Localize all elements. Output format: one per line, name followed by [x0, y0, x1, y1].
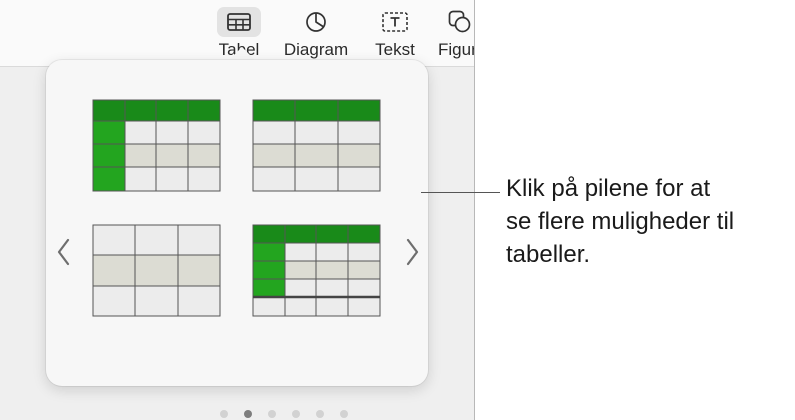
callout-line-1: Klik på pilene for at — [506, 175, 711, 202]
page-dot[interactable] — [316, 410, 324, 418]
chart-icon — [305, 7, 327, 37]
toolbar-shape-button[interactable]: Figur — [438, 0, 475, 66]
text-box-icon — [382, 7, 408, 37]
table-styles-popover — [46, 60, 428, 418]
callout-text: Klik på pilene for at se flere mulighede… — [506, 172, 791, 271]
page-dot[interactable] — [340, 410, 348, 418]
page-dot[interactable] — [244, 410, 252, 418]
chevron-right-icon — [406, 238, 419, 266]
page-dot[interactable] — [268, 410, 276, 418]
table-style-green-header-footer[interactable] — [252, 224, 382, 322]
chevron-left-icon — [57, 238, 70, 266]
callout-line-2: se flere muligheder til — [506, 208, 735, 235]
toolbar-chart-button[interactable]: Diagram — [280, 0, 352, 66]
table-style-green-header-column[interactable] — [92, 99, 222, 197]
toolbar-text-label: Tekst — [375, 40, 415, 59]
toolbar-text-button[interactable]: Tekst — [370, 0, 420, 66]
table-style-green-header[interactable] — [252, 99, 382, 197]
shapes-icon — [448, 7, 472, 37]
table-style-plain-gray[interactable] — [92, 224, 222, 322]
toolbar-shape-label: Figur — [438, 40, 475, 59]
callout-line — [421, 192, 500, 193]
page-dot[interactable] — [220, 410, 228, 418]
next-page-button[interactable] — [402, 237, 422, 267]
page-indicator — [220, 410, 348, 418]
callout-line-3: tabeller. — [506, 241, 591, 268]
page-dot[interactable] — [292, 410, 300, 418]
popover-pointer — [228, 47, 256, 61]
toolbar-chart-label: Diagram — [283, 40, 349, 59]
table-icon — [217, 7, 261, 37]
previous-page-button[interactable] — [54, 237, 74, 267]
app-window: Tabel Diagram Tekst Figur — [0, 0, 475, 420]
